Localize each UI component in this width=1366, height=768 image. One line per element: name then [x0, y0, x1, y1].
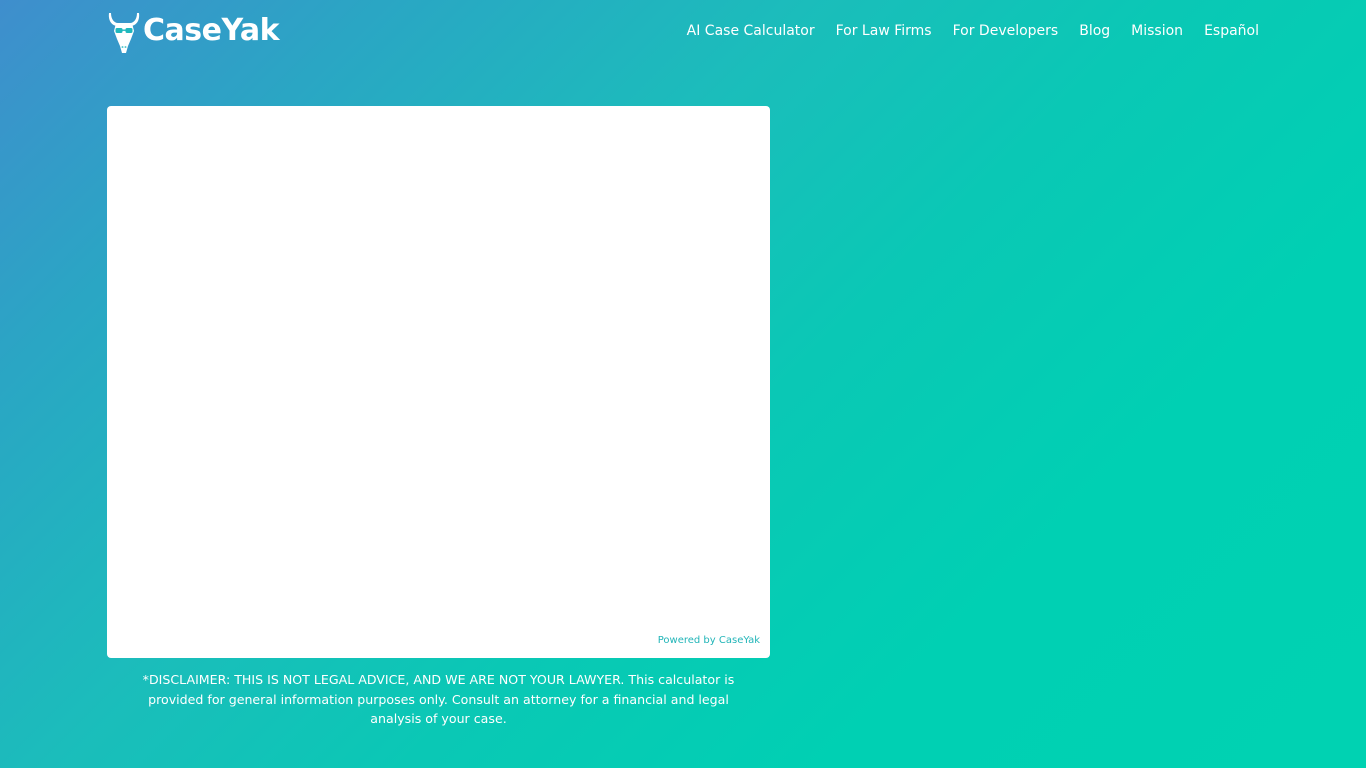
logo-link[interactable]: CaseYak	[107, 9, 280, 55]
brand-name: CaseYak	[143, 12, 280, 48]
top-navigation-bar: CaseYak AI Case Calculator For Law Firms…	[0, 0, 1366, 64]
nav-item-ai-case-calculator[interactable]: AI Case Calculator	[687, 23, 815, 39]
calculator-widget[interactable]: Powered by CaseYak	[107, 106, 770, 658]
nav-item-espanol[interactable]: Español	[1204, 23, 1259, 39]
nav-item-for-law-firms[interactable]: For Law Firms	[836, 23, 932, 39]
nav-item-for-developers[interactable]: For Developers	[953, 23, 1059, 39]
nav-item-mission[interactable]: Mission	[1131, 23, 1183, 39]
main-nav: AI Case Calculator For Law Firms For Dev…	[687, 20, 1259, 42]
disclaimer-text: *DISCLAIMER: THIS IS NOT LEGAL ADVICE, A…	[142, 672, 735, 726]
nav-item-blog[interactable]: Blog	[1079, 23, 1110, 39]
disclaimer: *DISCLAIMER: THIS IS NOT LEGAL ADVICE, A…	[107, 670, 770, 729]
powered-by-link[interactable]: Powered by CaseYak	[658, 635, 760, 646]
yak-with-glasses-icon	[107, 9, 141, 55]
